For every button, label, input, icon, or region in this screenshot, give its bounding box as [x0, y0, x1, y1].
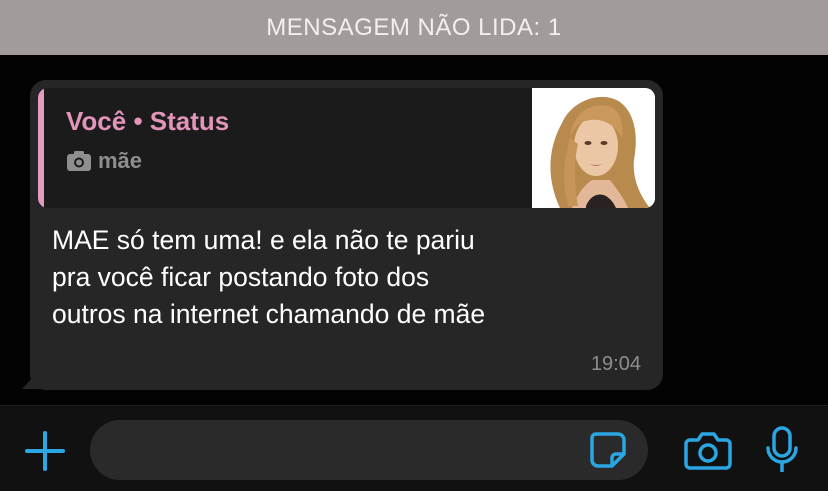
message-line: outros na internet chamando de mãe: [52, 299, 486, 329]
message-line: MAE só tem uma! e ela não te pariu: [52, 225, 475, 255]
status-photo-thumbnail[interactable]: [532, 88, 655, 208]
plus-icon[interactable]: [22, 428, 68, 474]
message-line: pra você ficar postando foto dos: [52, 262, 430, 292]
quote-caption: mãe: [66, 148, 142, 174]
unread-messages-banner: MENSAGEM NÃO LIDA: 1: [0, 0, 828, 55]
quote-title: Você • Status: [66, 106, 230, 136]
quote-accent-bar: [38, 88, 44, 208]
message-bubble[interactable]: Você • Status mãe MAE só tem uma! e ela …: [30, 80, 663, 390]
quote-caption-text: mãe: [98, 148, 143, 173]
message-input[interactable]: [90, 420, 648, 480]
camera-icon: [66, 150, 92, 172]
unread-messages-label: MENSAGEM NÃO LIDA: 1: [266, 13, 562, 41]
sticker-icon[interactable]: [588, 430, 628, 470]
camera-icon[interactable]: [684, 430, 732, 470]
microphone-icon[interactable]: [764, 426, 800, 476]
message-composer: [0, 405, 828, 491]
chat-area[interactable]: Você • Status mãe MAE só tem uma! e ela …: [0, 55, 828, 405]
quoted-status-reply[interactable]: Você • Status mãe: [38, 88, 655, 208]
message-timestamp: 19:04: [590, 353, 641, 375]
message-text: MAE só tem uma! e ela não te pariu pra v…: [52, 222, 642, 333]
